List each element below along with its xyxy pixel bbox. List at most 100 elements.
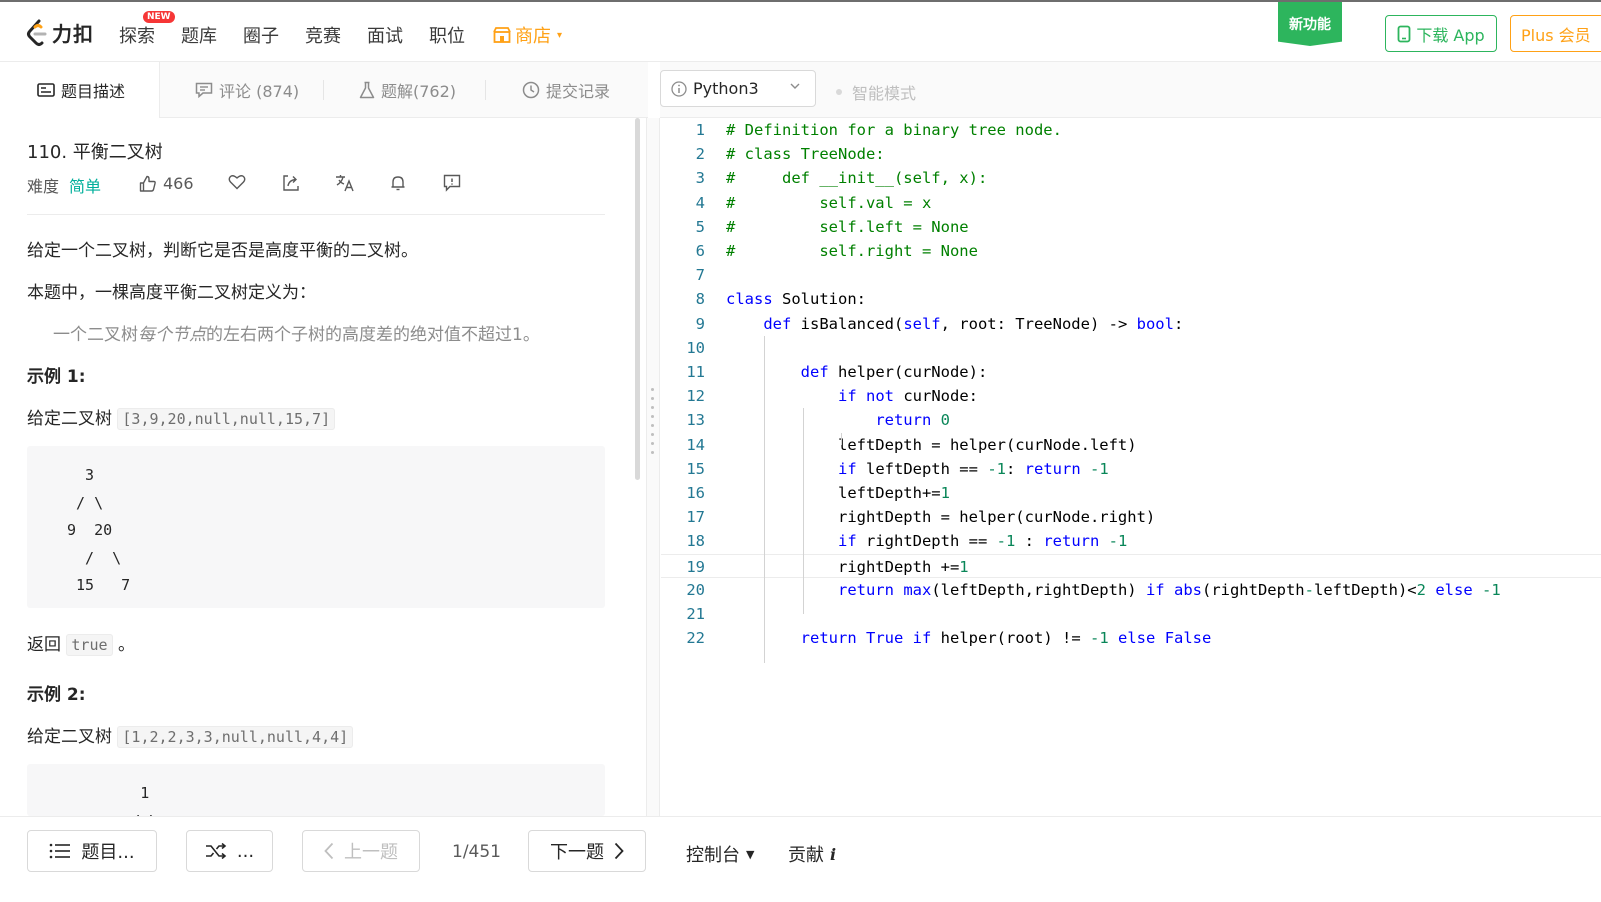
language-select[interactable]: Python3 (660, 70, 816, 107)
code-line[interactable]: 8 class Solution: (661, 287, 1601, 311)
console-toggle[interactable]: 控制台 ▼ (686, 841, 754, 867)
code-line[interactable]: 7 (661, 263, 1601, 287)
line-number: 15 (686, 459, 705, 478)
code-line[interactable]: 5 # self.left = None (661, 215, 1601, 239)
drag-handle-icon[interactable] (651, 388, 654, 454)
nav-explore[interactable]: 探索 (119, 22, 155, 48)
tab-submissions[interactable]: 提交记录 (522, 62, 610, 118)
nav-jobs[interactable]: 职位 (429, 22, 465, 48)
share-icon (283, 175, 299, 191)
code-text: leftDepth = helper(curNode.left) (726, 435, 1137, 454)
code-line[interactable]: 22 return True if helper(root) != -1 els… (661, 626, 1601, 650)
next-problem-label: 下一题 (550, 842, 604, 863)
plus-membership-button[interactable]: Plus 会员 (1510, 15, 1601, 52)
download-app-button[interactable]: 下载 App (1385, 15, 1497, 52)
random-problem-label: ... (236, 840, 255, 862)
example2-given-label: 给定二叉树 (27, 727, 112, 747)
code-text: # self.right = None (726, 242, 978, 260)
smart-mode-toggle[interactable]: 智能模式 (836, 80, 916, 104)
tab-solutions[interactable]: 题解(762) (359, 62, 456, 118)
notification-button[interactable] (390, 174, 406, 192)
line-number: 17 (686, 508, 705, 527)
code-line[interactable]: 1 # Definition for a binary tree node. (661, 118, 1601, 142)
description-scrollbar[interactable] (635, 118, 640, 480)
nav-problems[interactable]: 题库 (181, 22, 217, 48)
tab-comments[interactable]: 评论 (874) (195, 62, 299, 118)
console-label: 控制台 (686, 845, 740, 866)
contribute-label: 贡献 (788, 845, 824, 866)
smart-mode-dot-icon (836, 89, 842, 95)
return-line: 返回 true 。 (27, 630, 135, 656)
share-button[interactable] (282, 174, 300, 192)
description-icon (37, 83, 55, 97)
thumbs-up-icon (139, 175, 156, 192)
feedback-button[interactable] (443, 174, 461, 192)
line-number: 16 (686, 484, 705, 502)
new-feature-banner[interactable]: 新功能 (1278, 2, 1342, 46)
nav-interview[interactable]: 面试 (367, 22, 403, 48)
tab-description-label: 题目描述 (61, 82, 126, 101)
tab-description[interactable]: 题目描述 (0, 62, 160, 118)
favorite-button[interactable] (228, 174, 246, 190)
top-navbar: 力扣 探索 NEW 题库 圈子 竞赛 面试 职位 商店 ▾ 新功能 下载 App… (0, 0, 1601, 62)
shop-icon (493, 27, 511, 43)
indent-guide (841, 432, 843, 445)
nav-contest[interactable]: 竞赛 (305, 22, 341, 48)
code-line[interactable]: 10 (661, 336, 1601, 360)
code-line[interactable]: 2 # class TreeNode: (661, 142, 1601, 166)
flask-icon (359, 81, 375, 99)
line-number: 19 (686, 557, 705, 576)
meta-divider (27, 214, 605, 215)
problem-list-button[interactable]: 题目... (27, 830, 157, 872)
contribute-button[interactable]: 贡献 i (788, 841, 836, 867)
translate-icon (336, 175, 354, 192)
tab-solutions-label: 题解(762) (381, 82, 457, 101)
code-text: # self.left = None (726, 217, 969, 236)
tab-submissions-label: 提交记录 (546, 82, 611, 101)
quote-emphasis: 每个节点 (138, 325, 206, 345)
return-suffix: 。 (117, 635, 135, 655)
tab-separator (323, 80, 324, 100)
prev-problem-label: 上一题 (344, 842, 398, 863)
code-text: def isBalanced(self, root: TreeNode) -> … (763, 314, 1184, 333)
code-line[interactable]: 11 def helper(curNode): (661, 360, 1601, 384)
code-text: return max(leftDepth,rightDepth) if abs(… (837, 580, 1501, 599)
code-line[interactable]: 9 def isBalanced(self, root: TreeNode) -… (661, 312, 1601, 336)
like-button[interactable]: 466 (139, 174, 194, 193)
code-text: return 0 (875, 411, 950, 430)
return-value: true (66, 634, 113, 656)
next-problem-button[interactable]: 下一题 (528, 830, 646, 872)
code-line[interactable]: 3 # def __init__(self, x): (661, 166, 1601, 190)
example1-tree: 3 / \ 9 20 / \ 15 7 (27, 446, 605, 608)
line-number: 22 (686, 629, 705, 648)
random-problem-button[interactable]: ... (186, 830, 273, 872)
return-label: 返回 (27, 635, 61, 655)
line-number: 2 (695, 145, 705, 164)
line-number: 9 (695, 314, 705, 333)
nav-shop[interactable]: 商店 ▾ (493, 22, 562, 48)
code-text: # class TreeNode: (726, 145, 885, 164)
code-line[interactable]: 6 # self.right = None (661, 239, 1601, 263)
prev-problem-button[interactable]: 上一题 (302, 830, 420, 872)
code-text: class Solution: (726, 290, 866, 309)
code-line[interactable]: 4 # self.val = x (661, 191, 1601, 215)
example2-tree: 1 / \ (27, 764, 605, 816)
code-text: if leftDepth == -1: return -1 (837, 459, 1109, 478)
pane-resize-handle[interactable] (646, 118, 660, 816)
example1-title: 示例 1: (27, 367, 86, 387)
logo-icon (27, 19, 47, 46)
code-editor[interactable]: 1 # Definition for a binary tree node. 2 # … (661, 118, 1601, 816)
nav-circle[interactable]: 圈子 (243, 22, 279, 48)
code-line[interactable]: 12 if not curNode: (661, 384, 1601, 408)
example2-input: [1,2,2,3,3,null,null,4,4] (117, 726, 354, 748)
difficulty-value: 简单 (69, 177, 102, 196)
line-number: 14 (686, 435, 705, 454)
leetcode-logo[interactable]: 力扣 (26, 18, 94, 47)
translate-button[interactable] (335, 174, 355, 192)
code-text: # Definition for a binary tree node. (726, 121, 1062, 139)
heart-icon (228, 175, 246, 190)
code-text: # def __init__(self, x): (726, 169, 988, 188)
code-text: rightDepth = helper(curNode.right) (726, 508, 1156, 527)
example1-given: 给定二叉树 [3,9,20,null,null,15,7] (27, 404, 336, 430)
example1-given-label: 给定二叉树 (27, 409, 112, 429)
